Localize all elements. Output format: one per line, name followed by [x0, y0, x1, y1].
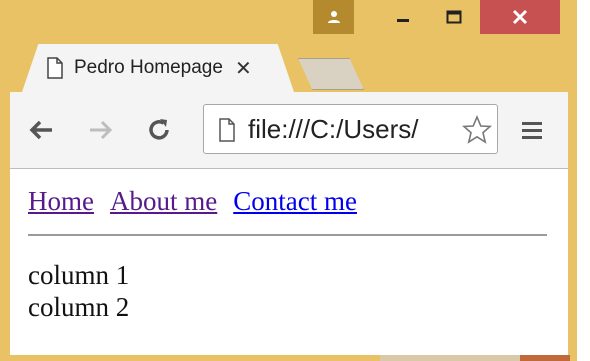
reload-icon [149, 119, 169, 140]
taskbar-edge [380, 355, 520, 361]
address-bar[interactable]: file:///C:/Users/ [203, 104, 498, 154]
profile-button[interactable] [313, 0, 354, 34]
browser-toolbar: file:///C:/Users/ [10, 92, 568, 169]
nav-link-about[interactable]: About me [110, 186, 217, 216]
column-1-text: column 1 [28, 260, 130, 290]
site-navigation: Home About me Contact me [28, 186, 373, 217]
tab-close-button[interactable]: ✕ [235, 56, 252, 81]
maximize-icon [446, 10, 462, 24]
nav-link-contact[interactable]: Contact me [233, 186, 357, 216]
horizontal-divider [28, 234, 547, 236]
page-icon [47, 57, 63, 79]
page-icon [219, 118, 235, 142]
minimize-icon [397, 19, 409, 22]
new-tab-button[interactable] [298, 58, 364, 90]
page-content: Home About me Contact me column 1 column 2 [10, 169, 568, 355]
chrome-menu-button[interactable] [515, 112, 549, 148]
url-text[interactable]: file:///C:/Users/ [248, 114, 464, 145]
forward-arrow-icon [90, 120, 113, 140]
taskbar-edge-accent [520, 355, 570, 361]
nav-link-home[interactable]: Home [28, 186, 94, 216]
forward-button[interactable] [84, 112, 118, 148]
star-icon[interactable] [462, 115, 492, 145]
back-button[interactable] [24, 112, 58, 148]
close-window-button[interactable] [480, 0, 560, 34]
tab-title: Pedro Homepage [74, 57, 223, 78]
column-2-text: column 2 [28, 292, 130, 322]
profile-icon [327, 11, 340, 23]
close-icon [512, 9, 528, 25]
window-controls [0, 0, 577, 46]
back-arrow-icon [29, 120, 52, 140]
maximize-button[interactable] [432, 0, 476, 34]
desktop-background [577, 0, 590, 361]
hamburger-menu-icon [522, 122, 542, 139]
reload-button[interactable] [142, 112, 176, 148]
minimize-button[interactable] [381, 0, 425, 34]
browser-window: Pedro Homepage ✕ file:///C:/Users/ Home … [0, 0, 577, 361]
browser-tab[interactable]: Pedro Homepage ✕ [22, 44, 294, 92]
